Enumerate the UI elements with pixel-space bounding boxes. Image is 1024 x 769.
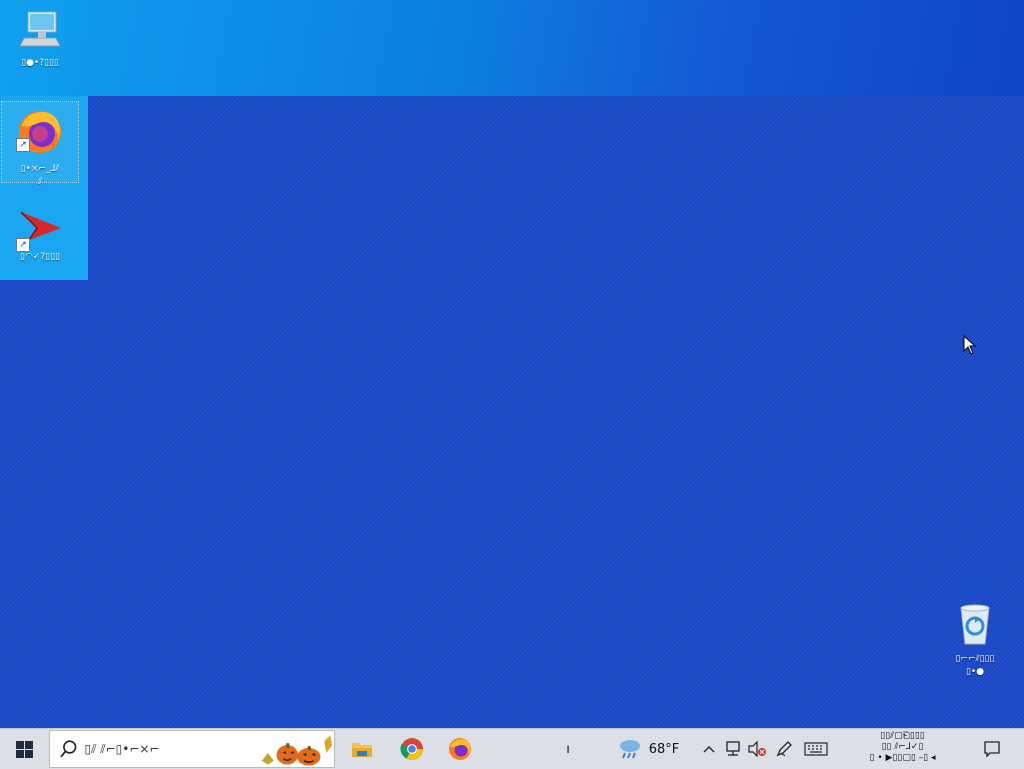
folder-icon [352, 743, 372, 757]
keyboard-icon [804, 742, 828, 756]
taskbar-divider: ı [566, 741, 570, 757]
desktop-icon-label-line2: ⫽ [37, 177, 42, 187]
desktop[interactable]: ▯●•?▯▯▯ ↗ ▯•×⌐_⅃⫽ ⫽ ↗ ▯◠✓?▯▯▯ ▯⌐⌐⫽▯▯▯ ▯•… [0, 0, 1024, 728]
volume-button[interactable] [746, 729, 768, 769]
search-placeholder: ▯⫽ ⫽⌐▯•⌐×⌐ [84, 741, 160, 756]
touch-keyboard-button[interactable] [802, 729, 830, 769]
taskbar-search-box[interactable]: ▯⫽ ⫽⌐▯•⌐×⌐ [49, 730, 335, 768]
clock-date-line1: ▯▯ ⫽⌐⅃✓▯ [881, 742, 924, 752]
taskbar-app-firefox[interactable] [440, 729, 480, 769]
chrome-icon [400, 738, 423, 760]
start-button[interactable] [0, 729, 48, 769]
notification-center-button[interactable] [976, 729, 1008, 769]
desktop-icon-label: ▯◠✓?▯▯▯ [20, 252, 60, 262]
desktop-icon-recycle-bin[interactable]: ▯⌐⌐⫽▯▯▯ ▯•● [937, 600, 1013, 678]
desktop-icon-label-line2: ▯•● [965, 667, 985, 677]
firefox-icon [449, 738, 471, 760]
clock-time: ▯▯⫽▢⎗▯▯▯ [880, 731, 925, 741]
shortcut-arrow-icon: ↗ [16, 138, 30, 152]
show-hidden-icons-button[interactable] [700, 729, 718, 769]
shortcut-arrow-icon: ↗ [16, 238, 30, 252]
network-icon [726, 741, 740, 756]
desktop-icon-this-pc[interactable]: ▯●•?▯▯▯ [2, 8, 78, 69]
taskbar-app-chrome[interactable] [392, 729, 432, 769]
weather-temperature: 68°F [648, 741, 680, 757]
halloween-pumpkins-icon [261, 735, 333, 766]
desktop-icon-red-arrow-app[interactable]: ↗ ▯◠✓?▯▯▯ [2, 206, 78, 263]
taskbar-app-file-explorer[interactable] [342, 729, 382, 769]
windows-logo-icon [15, 740, 33, 758]
wallpaper-band [0, 0, 1024, 96]
taskbar-clock[interactable]: ▯▯⫽▢⎗▯▯▯ ▯▯ ⫽⌐⅃✓▯ ▯ • ▶▯▯▢▯ –▯ ◂ [845, 731, 960, 767]
clock-date-line2: ▯ • ▶▯▯▢▯ –▯ ◂ [869, 753, 936, 763]
network-status-button[interactable] [722, 729, 744, 769]
computer-icon [19, 11, 61, 47]
desktop-icon-label: ▯⌐⌐⫽▯▯▯ [955, 654, 995, 664]
notification-icon [984, 741, 1000, 758]
volume-muted-icon [748, 741, 766, 757]
recycle-bin-icon [960, 604, 990, 645]
pen-icon [776, 741, 792, 757]
taskbar: ▯⫽ ⫽⌐▯•⌐×⌐ ı 68°F ▯▯⫽▢⎗▯▯▯ ▯▯ ⫽⌐⅃✓▯ ▯ • … [0, 728, 1024, 769]
weather-widget[interactable]: 68°F [612, 729, 684, 769]
pen-workspace-button[interactable] [772, 729, 796, 769]
desktop-icon-label: ▯●•?▯▯▯ [21, 58, 59, 68]
chevron-up-icon [703, 746, 715, 753]
search-icon [60, 740, 77, 758]
weather-rain-icon [619, 740, 640, 759]
desktop-icon-label: ▯•×⌐_⅃⫽ [20, 164, 60, 174]
desktop-icon-firefox[interactable]: ↗ ▯•×⌐_⅃⫽ ⫽ [1, 101, 79, 187]
